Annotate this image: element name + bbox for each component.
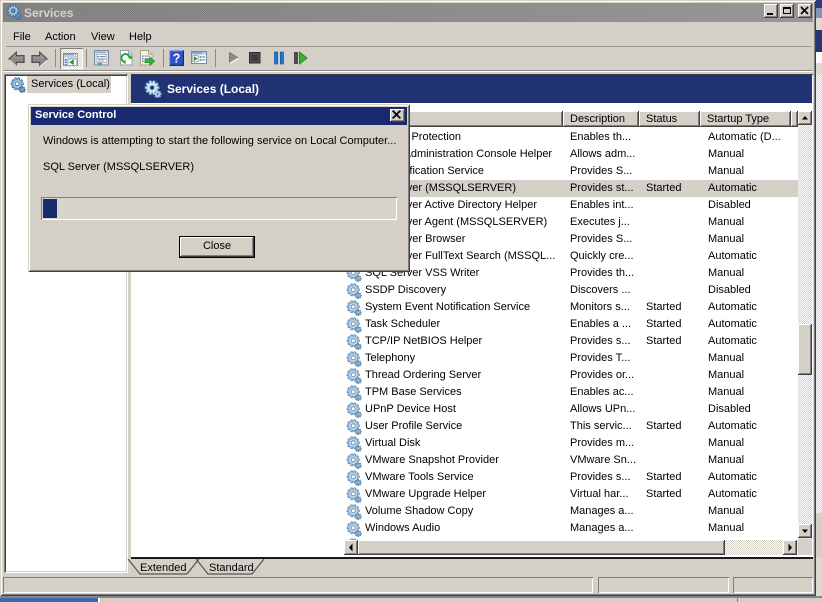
svg-text:Standard: Standard	[209, 562, 254, 574]
svg-text:Extended: Extended	[140, 562, 186, 574]
